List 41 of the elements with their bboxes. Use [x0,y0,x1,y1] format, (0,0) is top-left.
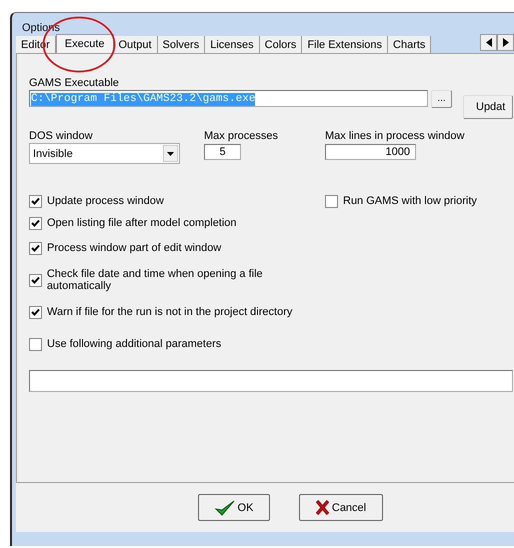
cross-icon [316,500,329,515]
field-label: GAMS Executable [29,76,120,90]
checkbox[interactable] [29,306,42,318]
checkbox-label: Open listing file after model completion [47,217,237,229]
scroll-left-button[interactable] [480,34,497,51]
cancel-button[interactable]: Cancel [299,494,383,521]
checkbox[interactable] [29,242,42,254]
dropdown[interactable]: Invisible [29,143,180,164]
checkmark-icon [214,500,235,516]
input-field[interactable]: 1000 [325,144,416,160]
checkbox[interactable] [29,338,42,350]
field-label: DOS window [29,129,94,143]
browse-button[interactable]: ... [431,90,452,108]
checkbox-label: Check file date and time when opening a file automatically [46,268,264,292]
checkbox[interactable] [325,194,338,208]
field-label: Max lines in process window [325,129,464,143]
checkbox-label: Update process window [47,195,164,207]
tab[interactable]: Charts [388,36,432,53]
checkbox-label: Process window part of edit window [47,242,222,254]
selected-text: C:\Program Files\GAMS23.2\gams.exe [31,93,256,106]
input-field[interactable] [29,370,513,392]
caret-icon [167,152,174,156]
scroll-right-button[interactable] [497,34,514,51]
checkbox-label: Use following additional parameters [47,338,222,350]
tab[interactable]: Colors [260,36,302,53]
checkbox[interactable] [29,194,42,208]
tab[interactable]: Licenses [205,36,260,53]
input-field[interactable]: 5 [204,144,241,160]
ok-button[interactable]: OK [198,494,270,521]
tab[interactable]: Solvers [158,36,206,53]
left-triangle-icon [486,38,492,47]
tab[interactable]: Output [114,36,158,53]
checkbox[interactable] [29,274,42,286]
checkbox-label: Run GAMS with low priority [343,195,477,207]
checkbox[interactable] [29,216,42,230]
tab[interactable]: Execute [56,34,114,53]
right-triangle-icon [502,38,508,47]
tab[interactable]: File Extensions [302,36,388,53]
checkbox-label: Warn if file for the run is not in the project directory [47,306,292,318]
update-button[interactable]: Updat [463,95,513,119]
field-label: Max processes [204,129,279,143]
